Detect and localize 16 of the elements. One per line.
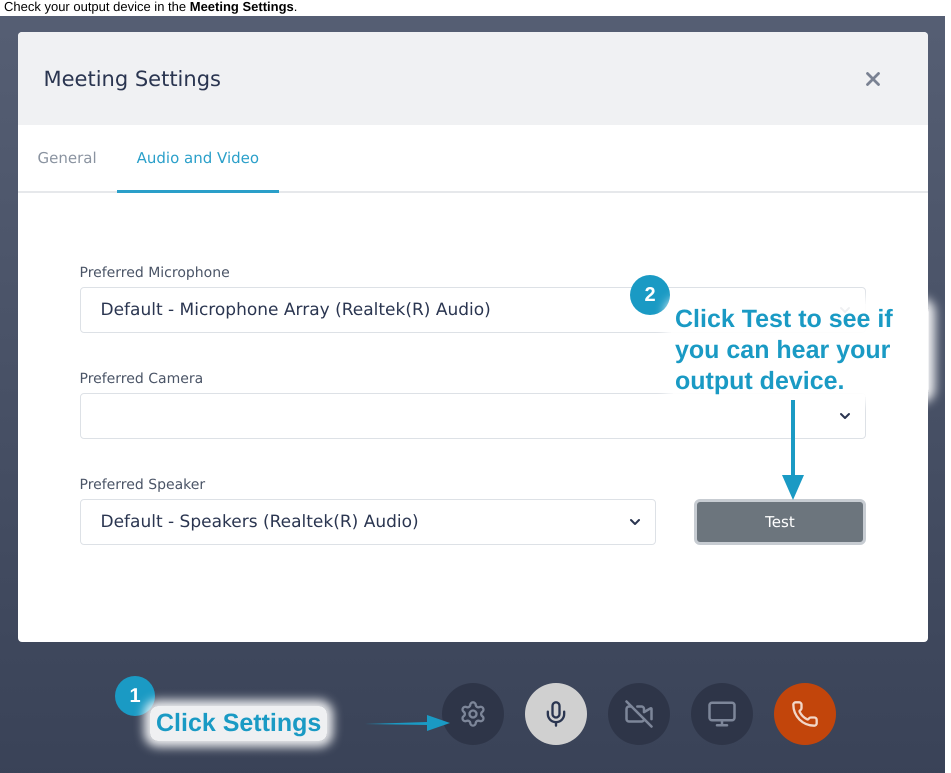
callout-tooltip: Click Settings [150,706,328,741]
field-label: Preferred Camera [80,371,204,388]
field-label: Preferred Speaker [80,477,206,494]
device-select[interactable]: Default - Speakers (Realtek(R) Audio) [80,499,656,545]
video-camera-off-icon [624,699,654,729]
test-button[interactable]: Test [694,499,866,545]
dialog-title: Meeting Settings [44,66,221,90]
phone-icon [791,700,819,728]
arrow-icon [782,400,804,500]
tab[interactable]: Audio and Video [116,125,280,193]
tab[interactable]: General [18,125,117,193]
field-label: Preferred Microphone [80,265,230,282]
monitor-icon [707,699,737,729]
callout-tooltip: Click Test to see if you can hear your output device. [671,304,929,397]
settings-icon [459,700,487,728]
instruction-text: Check your output device in the Meeting Settings. [3,0,298,16]
